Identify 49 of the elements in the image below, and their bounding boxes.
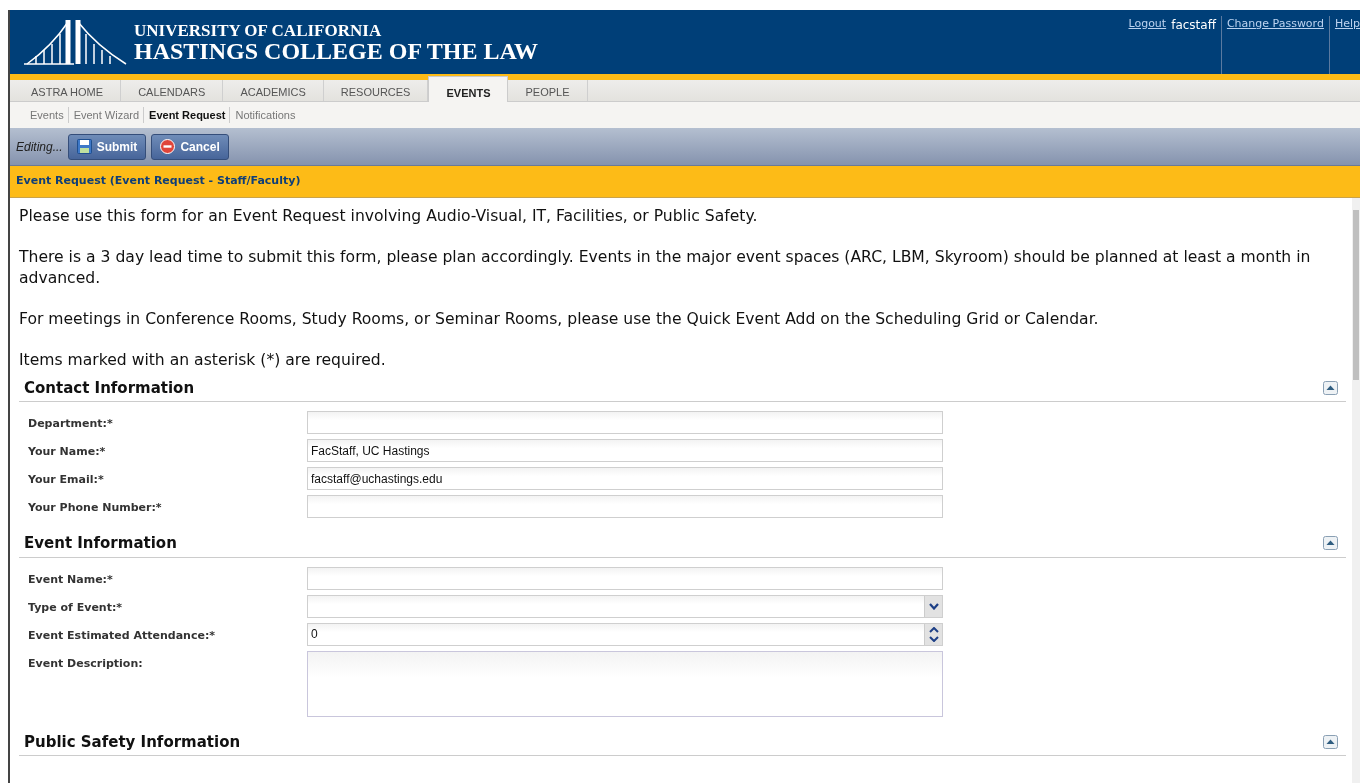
text-field[interactable] — [307, 495, 943, 518]
spinner-arrows-icon — [928, 626, 939, 642]
nav-tab[interactable]: ACADEMICS — [223, 80, 324, 101]
chevron-down-icon — [928, 602, 939, 610]
university-name: UNIVERSITY OF CALIFORNIA — [134, 21, 383, 39]
text-field[interactable] — [307, 566, 943, 590]
submit-button[interactable]: Submit — [67, 133, 147, 160]
subnav-link[interactable]: Event Request — [143, 106, 226, 124]
field-label: Your Phone Number:* — [27, 500, 163, 516]
header-link[interactable]: Help — [1328, 16, 1360, 74]
scrollbar[interactable] — [1352, 197, 1360, 783]
field-label: Event Estimated Attendance:* — [27, 627, 217, 644]
college-name: HASTINGS COLLEGE OF THE LAW — [134, 38, 539, 63]
nav-tab[interactable]: EVENTS — [428, 76, 509, 102]
header-link[interactable]: Logout — [1128, 16, 1167, 74]
collapse-icon[interactable] — [1323, 380, 1338, 395]
cancel-button[interactable]: Cancel — [151, 133, 229, 160]
nav-tab[interactable]: PEOPLE — [508, 80, 588, 101]
intro-paragraph: There is a 3 day lead time to submit this form, please plan accordingly. Events in the major event spaces (ARC, LBM, Skyroom) should be planned at least a month in advanced. — [19, 246, 1312, 289]
field-label: Your Email:* — [27, 472, 105, 488]
section-title: Contact Information — [24, 377, 195, 399]
number-field[interactable]: 0 — [307, 622, 943, 646]
nav-tab[interactable]: CALENDARS — [121, 80, 224, 101]
subnav-link[interactable]: Events — [30, 106, 64, 124]
section-title: Public Safety Information — [24, 731, 241, 753]
text-field[interactable]: FacStaff, UC Hastings — [307, 439, 943, 462]
nav-tab[interactable]: ASTRA HOME — [14, 80, 122, 101]
section-title: Event Information — [24, 533, 177, 554]
username: facstaff — [1171, 17, 1216, 34]
intro-paragraph: For meetings in Conference Rooms, Study Rooms, or Seminar Rooms, please use the Quick Event Add on the Scheduling Grid or Calendar. — [19, 308, 1100, 330]
field-label: Event Name:* — [27, 571, 114, 588]
field-label: Event Description: — [27, 655, 144, 672]
form-title-bar: Event Request (Event Request - Staff/Faculty) — [10, 166, 1360, 198]
cancel-icon — [160, 139, 176, 154]
editing-status: Editing... — [16, 138, 63, 156]
collapse-icon[interactable] — [1323, 734, 1338, 749]
header-link[interactable]: Change Password — [1220, 16, 1324, 74]
field-label: Your Name:* — [27, 444, 107, 460]
intro-paragraph: Items marked with an asterisk (*) are required. — [19, 349, 387, 371]
field-label: Type of Event:* — [27, 599, 124, 616]
text-area[interactable] — [307, 650, 943, 717]
subnav-link[interactable]: Event Wizard — [67, 106, 140, 124]
text-field[interactable] — [307, 411, 943, 434]
subnav-link[interactable]: Notifications — [229, 106, 296, 124]
text-field[interactable]: facstaff@uchastings.edu — [307, 467, 943, 490]
dropdown-field[interactable] — [307, 594, 943, 618]
intro-paragraph: Please use this form for an Event Request involving Audio-Visual, IT, Facilities, or Public Safety. — [19, 205, 759, 227]
collapse-icon[interactable] — [1323, 536, 1338, 551]
field-label: Department:* — [27, 416, 114, 432]
